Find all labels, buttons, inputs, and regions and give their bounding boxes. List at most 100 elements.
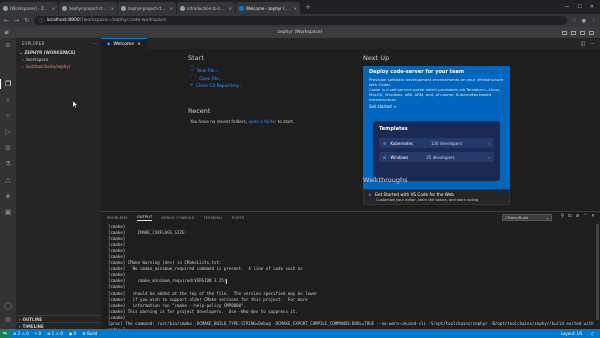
output-log[interactable]: [cmake] [cmake] CMAKE_CXXFLAGS_SIZE: [cm… [108, 224, 596, 333]
clear-output-icon[interactable]: ⊘ [576, 214, 580, 219]
testing-icon[interactable]: ⚗ [4, 160, 12, 168]
folder-label: /workspace [25, 57, 49, 62]
template-row: ✲ Kubernetes 126 developers › [379, 138, 494, 148]
get-started-link[interactable]: Get started → [369, 104, 396, 109]
close-icon[interactable]: ✕ [294, 6, 297, 11]
notifications-icon[interactable]: ♫ [587, 331, 597, 336]
cmake-status[interactable]: ⊗ 1 ⚠ 0 [44, 331, 66, 336]
close-icon[interactable]: ✕ [52, 6, 55, 11]
customize-layout-icon[interactable] [589, 30, 594, 35]
browser-tab[interactable]: (Workspaces) - Zephyr Project ✕ [0, 2, 58, 14]
close-icon[interactable]: ✕ [170, 6, 173, 11]
new-tab-button[interactable]: + [301, 3, 315, 11]
walkthrough-title: Get Started with VS Code for the Web [374, 192, 454, 197]
browser-tab-active[interactable]: Welcome - zephyr (Workspace) ✕ [236, 2, 300, 14]
keyboard-layout-status[interactable]: Layout: US [558, 331, 586, 336]
toggle-panel-icon[interactable] [571, 30, 576, 35]
extensions-icon[interactable]: ⊞ [4, 144, 12, 152]
browser-tab[interactable]: zephyr-project-rtos/zephyr-ng: Docum ✕ [118, 2, 176, 14]
clone-repo-link[interactable]: ⑂ Clone Git Repository... [190, 82, 242, 88]
card-title: Deploy code-server for your team [369, 69, 465, 75]
browser-menu-icon[interactable]: ⋮ [591, 18, 596, 24]
tab-problems[interactable]: PROBLEMS [107, 215, 128, 220]
filter-icon[interactable]: ⚲ [561, 214, 564, 219]
source-control-icon[interactable]: ⑂ [4, 112, 12, 120]
search-icon[interactable]: ⌕ [4, 96, 12, 104]
forward-icon[interactable]: → [14, 17, 19, 24]
docker-icon[interactable]: ◈ [4, 192, 12, 200]
account-icon[interactable]: ◯ [4, 302, 12, 310]
address-bar[interactable]: ⓘ localhost:8800 /?workspace=/zephyr.cod… [34, 16, 568, 25]
browser-tab[interactable]: zephyr-project-rtos/zephyr: Prima ✕ [59, 2, 117, 14]
toggle-sidebar-icon[interactable] [562, 30, 567, 35]
minimize-icon[interactable]: — [564, 4, 569, 10]
reload-icon[interactable]: ↻ [24, 17, 29, 24]
walkthrough-item[interactable]: ★ Get Started with VS Code for the Web C… [363, 189, 510, 205]
menu-icon[interactable]: ≡ [4, 41, 12, 49]
manage-gear-icon[interactable]: ⚙ [4, 316, 12, 324]
tab-title: (Workspaces) - Zephyr Project [10, 5, 50, 11]
remote-indicator-icon[interactable]: ⇋ [0, 329, 10, 338]
log-line: [cmake] cmake_minimum_required(VERSION 3… [108, 278, 227, 284]
sidebar-header: EXPLORER ··· [16, 38, 101, 48]
bookmark-star-icon[interactable]: ☆ [572, 18, 576, 24]
workspace-title: ZEPHYR (WORKSPACE) [24, 49, 76, 55]
close-icon[interactable]: × [137, 42, 141, 47]
chevron-right-icon: › [22, 64, 24, 69]
site-info-icon[interactable]: ⓘ [39, 18, 44, 24]
close-icon[interactable]: ✕ [229, 6, 232, 11]
maximize-icon[interactable]: ☐ [577, 4, 581, 10]
close-icon[interactable]: ✕ [111, 6, 114, 11]
more-actions-icon[interactable]: ··· [93, 41, 101, 46]
tab-terminal[interactable]: TERMINAL [203, 215, 222, 220]
cmake-icon[interactable]: △ [4, 176, 12, 184]
explorer-icon[interactable]: ❐ [4, 80, 12, 88]
output-channel-select[interactable]: CMake/Build ⌄ [502, 214, 552, 221]
explorer-sidebar: EXPLORER ··· ⌄ ZEPHYR (WORKSPACE) › /wor… [16, 38, 101, 329]
build-button[interactable]: ⚙ Build [79, 331, 100, 336]
profile-icon[interactable]: ● [582, 18, 586, 24]
tab-output[interactable]: OUTPUT [136, 214, 153, 221]
tab-ports[interactable]: PORTS [232, 215, 244, 220]
vscode-icon [239, 5, 244, 11]
tab-debug-console[interactable]: DEBUG CONSOLE [161, 215, 194, 220]
more-actions-icon[interactable]: ··· [590, 41, 595, 47]
remote-explorer-icon[interactable]: ▣ [4, 208, 12, 216]
panel-scrollbar[interactable] [596, 224, 599, 320]
folder-zephyr[interactable]: › /opt/toolchains/zephyr [16, 63, 101, 70]
close-panel-icon[interactable]: ✕ [591, 214, 595, 219]
ports-status[interactable]: ⑂ 0 [32, 331, 44, 336]
mouse-pointer-icon [73, 101, 78, 108]
sidebar-title: EXPLORER [22, 40, 45, 46]
folder-workspace[interactable]: › /workspace [16, 56, 101, 63]
back-icon[interactable]: ← [4, 17, 9, 24]
problems-status[interactable]: ⊗ 2 ⚠ 0 [10, 331, 32, 336]
open-file-link[interactable]: 🗁 Open File... [190, 74, 223, 82]
welcome-page: Start 🗋 New File... 🗁 Open File... ⑂ Clo… [101, 49, 600, 211]
workspace-section[interactable]: ⌄ ZEPHYR (WORKSPACE) [16, 48, 101, 56]
lock-scroll-icon[interactable]: ⊡ [568, 214, 572, 219]
kit-status[interactable]: ◉ 0 [66, 331, 79, 336]
tab-welcome[interactable]: ◆ Welcome × [101, 38, 147, 49]
start-heading: Start [188, 54, 204, 62]
outline-label: OUTLINE [22, 316, 43, 322]
browser-toolbar: ← → ↻ ⓘ localhost:8800 /?workspace=/zeph… [0, 14, 600, 27]
new-file-link[interactable]: 🗋 New File... [190, 66, 219, 74]
url-path: /?workspace=/zephyr.code-workspace [79, 18, 166, 23]
tab-title: introduction-to-zephyr/Docker [187, 5, 227, 11]
browser-tab[interactable]: introduction-to-zephyr/Docker ✕ [177, 2, 235, 14]
run-debug-icon[interactable]: ▷ [4, 128, 12, 136]
templates-panel: Templates ✲ Kubernetes 126 developers › … [373, 121, 500, 181]
template-name: Windows [390, 154, 409, 160]
toggle-secondary-sidebar-icon[interactable] [580, 30, 585, 35]
coder-promo-card[interactable]: Deploy code-server for your team Provisi… [363, 66, 510, 190]
tab-title: Welcome - zephyr (Workspace) [246, 5, 292, 11]
outline-section[interactable]: › OUTLINE [16, 315, 101, 322]
chevron-right-icon: › [19, 316, 21, 322]
card-description: Coder is a self-service portal which pro… [369, 87, 501, 102]
open-folder-link[interactable]: open a folder [248, 119, 276, 124]
split-editor-icon[interactable]: ◫ [580, 41, 585, 47]
close-window-icon[interactable]: ✕ [590, 4, 594, 10]
timeline-section[interactable]: › TIMELINE [16, 322, 101, 329]
maximize-panel-icon[interactable]: ⌃ [583, 214, 587, 219]
